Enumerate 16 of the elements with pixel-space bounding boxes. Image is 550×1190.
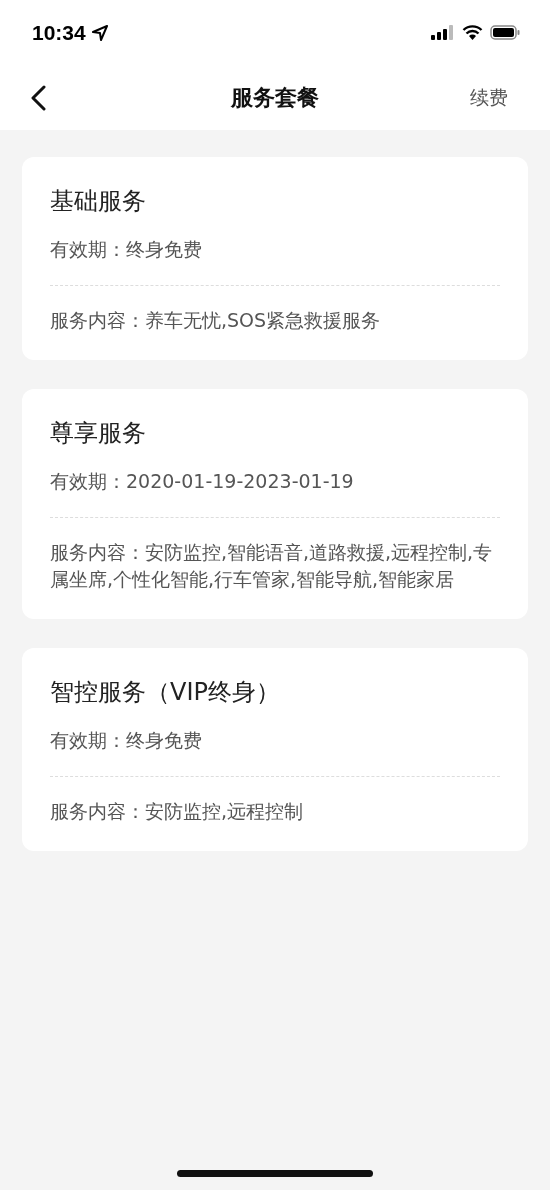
wifi-icon (462, 25, 483, 40)
validity-text: 有效期：终身免费 (50, 238, 202, 260)
validity-text: 有效期：终身免费 (50, 729, 202, 751)
service-content-text: 服务内容：安防监控,远程控制 (50, 799, 305, 824)
signal-icon (431, 25, 455, 40)
renew-link[interactable]: 续费 (470, 84, 508, 111)
service-title: 尊享服务 (50, 419, 146, 447)
service-content-text: 服务内容：安防监控,智能语音,道路救援,远程控制,专属坐席,个性化智能,行车管家,智能导航,智能家居 (50, 540, 494, 592)
service-title: 智控服务（VIP终身） (50, 678, 280, 706)
service-content-text: 服务内容：养车无忧,SOS紧急救援服务 (50, 308, 382, 333)
validity-text: 有效期：2020-01-19-2023-01-19 (50, 470, 354, 492)
page-title: 服务套餐 (231, 84, 319, 110)
clock-time: 10:34 (32, 20, 86, 45)
location-arrow-icon (91, 24, 108, 41)
battery-icon (490, 25, 520, 40)
service-title: 基础服务 (50, 187, 146, 215)
